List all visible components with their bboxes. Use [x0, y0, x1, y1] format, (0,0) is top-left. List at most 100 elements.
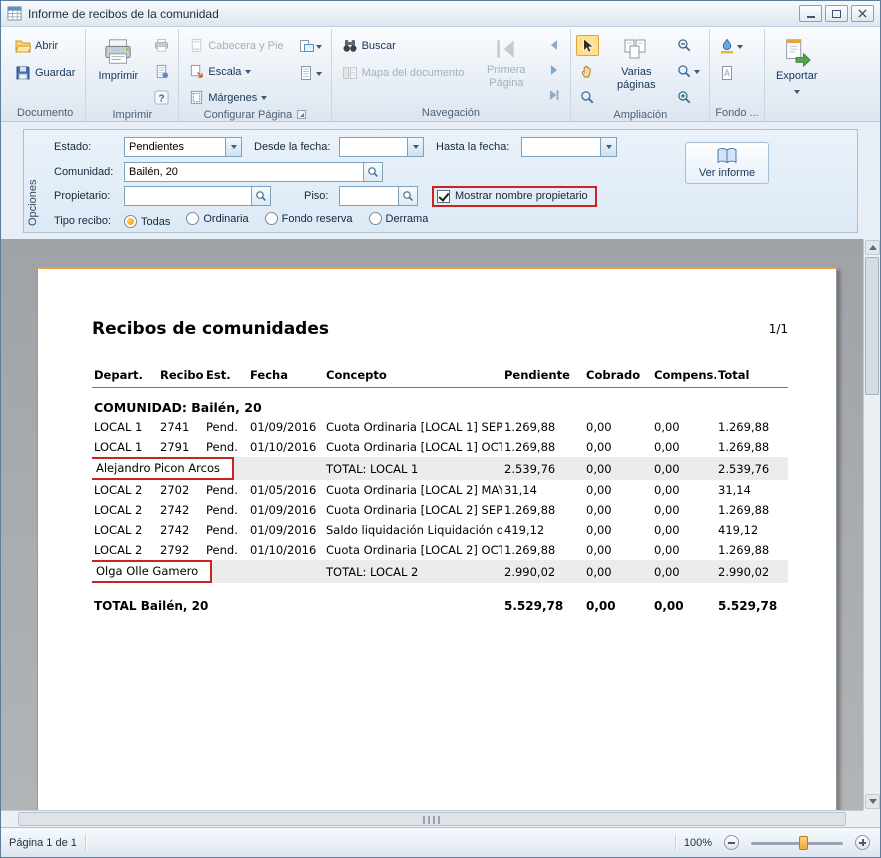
cell-depart: LOCAL 2	[92, 520, 158, 540]
window-controls	[799, 5, 874, 22]
dialog-launcher-icon[interactable]	[297, 110, 306, 119]
guardar-button[interactable]: Guardar	[10, 62, 80, 84]
piso-input[interactable]	[339, 186, 399, 206]
table-row: LOCAL 22792Pend.01/10/2016Cuota Ordinari…	[92, 540, 788, 560]
orientation-button[interactable]	[294, 35, 326, 57]
background-color-icon	[719, 38, 735, 54]
quick-print-button[interactable]	[150, 35, 173, 56]
column-header: Total	[716, 363, 788, 387]
pointer-icon	[580, 38, 595, 53]
imprimir-label: Imprimir	[99, 70, 139, 83]
zoom-in-button-status[interactable]	[855, 835, 870, 850]
comunidad-value: Bailén, 20	[125, 166, 363, 178]
scroll-down-button[interactable]	[865, 794, 880, 809]
cell-concepto: Cuota Ordinaria [LOCAL 1] SEPTI	[324, 417, 502, 437]
buscar-label: Buscar	[362, 40, 396, 52]
chevron-down-icon	[794, 90, 800, 97]
abrir-button[interactable]: Abrir	[10, 35, 80, 57]
radio-derrama[interactable]: Derrama	[369, 212, 429, 225]
margenes-label: Márgenes	[208, 92, 257, 104]
chevron-down-icon[interactable]	[225, 138, 241, 156]
chevron-down-icon[interactable]	[600, 138, 616, 156]
document-preview: Recibos de comunidades 1/1 Depart.Recibo…	[1, 239, 880, 827]
previous-page-button[interactable]	[543, 35, 565, 55]
group-label-fondo: Fondo ...	[715, 104, 758, 121]
cell-total: 5.529,78	[716, 583, 788, 617]
radio-fondo-reserva[interactable]: Fondo reserva	[265, 212, 353, 225]
column-header: Recibo	[158, 363, 204, 387]
arrow-down-icon	[869, 799, 877, 808]
escala-label: Escala	[208, 66, 241, 78]
propietario-search-button[interactable]	[252, 186, 271, 206]
paper-size-button[interactable]	[294, 62, 326, 84]
ribbon-group-navegacion: Buscar Mapa del documento	[332, 29, 572, 121]
exportar-button[interactable]: Exportar	[770, 32, 824, 100]
print-options-button[interactable]	[150, 61, 173, 82]
margenes-button[interactable]: Márgenes	[184, 87, 288, 108]
marca-agua-button[interactable]: A	[715, 62, 747, 84]
horizontal-scrollbar[interactable]	[1, 810, 863, 827]
chevron-down-icon[interactable]	[407, 138, 423, 156]
zoom-in-button[interactable]	[673, 87, 704, 108]
document-map-icon	[342, 65, 358, 81]
cell-concepto: Cuota Ordinaria [LOCAL 2] SEPTI	[324, 500, 502, 520]
radio-todas[interactable]: Todas	[124, 215, 170, 228]
last-page-icon	[547, 88, 561, 102]
zoom-slider[interactable]	[751, 835, 843, 851]
piso-label: Piso:	[304, 190, 339, 202]
hand-tool-button[interactable]	[576, 61, 599, 82]
imprimir-button[interactable]: Imprimir	[91, 32, 145, 86]
zoom-out-button-status[interactable]	[724, 835, 739, 850]
close-button[interactable]	[851, 5, 874, 22]
zoom-slider-thumb[interactable]	[799, 836, 808, 850]
varias-paginas-button[interactable]: Varias páginas	[604, 32, 668, 94]
magnifier-tool-button[interactable]	[576, 87, 599, 108]
column-header: Depart.	[92, 363, 158, 387]
comunidad-search-button[interactable]	[364, 162, 383, 182]
pointer-tool-button[interactable]	[576, 35, 599, 56]
ver-informe-button[interactable]: Ver informe	[685, 142, 769, 184]
help-button[interactable]: ?	[150, 87, 173, 108]
column-header: Est.	[204, 363, 248, 387]
primera-pagina-button[interactable]: Primera Página	[474, 32, 538, 92]
cell-est: Pend.	[204, 520, 248, 540]
buscar-button[interactable]: Buscar	[337, 35, 470, 57]
cell-fecha: 01/10/2016	[248, 437, 324, 457]
owner-name-annotation: Olga Olle Gamero	[92, 560, 212, 583]
radio-icon	[369, 212, 382, 225]
escala-button[interactable]: Escala	[184, 61, 288, 82]
mostrar-propietario-checkbox[interactable]	[437, 190, 450, 203]
minimize-button[interactable]	[799, 5, 822, 22]
next-page-icon	[547, 63, 561, 77]
chevron-down-icon	[316, 45, 322, 52]
primera-pagina-label: Primera Página	[480, 64, 532, 89]
next-page-button[interactable]	[543, 60, 565, 80]
zoom-button[interactable]	[673, 61, 704, 82]
mapa-documento-button[interactable]: Mapa del documento	[337, 62, 470, 84]
cell-compens: 0,00	[652, 417, 716, 437]
maximize-button[interactable]	[825, 5, 848, 22]
cell-depart: LOCAL 2	[92, 480, 158, 500]
cell-concepto: Saldo liquidación Liquidación ordi	[324, 520, 502, 540]
vertical-scrollbar[interactable]	[863, 239, 880, 810]
comunidad-input[interactable]: Bailén, 20	[124, 162, 364, 182]
vertical-scroll-thumb[interactable]	[865, 257, 879, 395]
estado-select[interactable]: Pendientes	[124, 137, 242, 157]
color-fondo-button[interactable]	[715, 35, 747, 57]
horizontal-scroll-thumb[interactable]	[18, 812, 846, 826]
desde-fecha-select[interactable]	[339, 137, 424, 157]
piso-search-button[interactable]	[399, 186, 418, 206]
scroll-up-button[interactable]	[865, 240, 880, 255]
cell-cobrado: 0,00	[584, 560, 652, 583]
abrir-label: Abrir	[35, 40, 58, 52]
zoom-out-button[interactable]	[673, 35, 704, 56]
zoom-in-icon	[677, 90, 692, 105]
title-bar: Informe de recibos de la comunidad	[1, 1, 880, 27]
propietario-input[interactable]	[124, 186, 252, 206]
radio-icon	[186, 212, 199, 225]
previous-page-icon	[547, 38, 561, 52]
radio-ordinaria[interactable]: Ordinaria	[186, 212, 248, 225]
cabecera-pie-button[interactable]: Cabecera y Pie	[184, 35, 288, 56]
hasta-fecha-select[interactable]	[521, 137, 617, 157]
last-page-button[interactable]	[543, 85, 565, 105]
